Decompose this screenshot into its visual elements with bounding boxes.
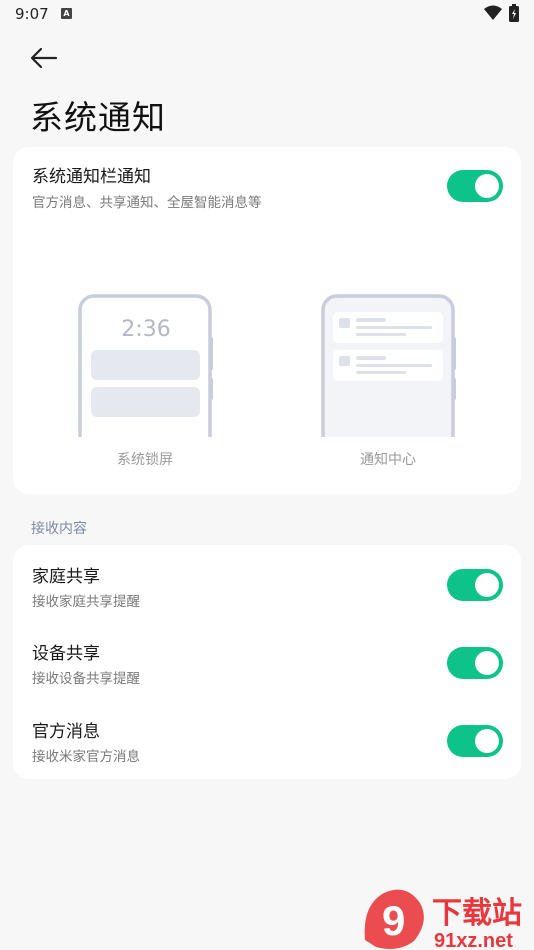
official-messages-title: 官方消息 xyxy=(32,722,100,742)
lock-screen-label: 系统锁屏 xyxy=(117,452,173,468)
toggle-knob xyxy=(475,573,499,597)
lock-screen-illustration xyxy=(78,294,213,437)
official-messages-toggle[interactable] xyxy=(447,725,503,757)
system-notification-card: 系统通知栏通知 官方消息、共享通知、全屋智能消息等 2:36 系统锁屏 通知中心 xyxy=(13,147,521,494)
arrow-left-icon xyxy=(30,47,58,69)
toggle-knob xyxy=(475,729,499,753)
device-share-toggle[interactable] xyxy=(447,647,503,679)
back-button[interactable] xyxy=(28,44,60,72)
section-label: 接收内容 xyxy=(31,521,87,537)
official-messages-subtitle: 接收米家官方消息 xyxy=(32,749,140,765)
system-notification-toggle[interactable] xyxy=(447,170,503,202)
lock-screen-clock: 2:36 xyxy=(121,317,171,342)
status-bar: 9:07 A xyxy=(0,0,534,28)
wifi-icon xyxy=(484,5,502,20)
receive-content-card: 家庭共享 接收家庭共享提醒 设备共享 接收设备共享提醒 官方消息 接收米家官方消… xyxy=(13,545,521,779)
family-share-title: 家庭共享 xyxy=(32,567,100,587)
notification-a-icon: A xyxy=(61,8,72,19)
battery-icon xyxy=(509,4,519,22)
svg-text:91xz.net: 91xz.net xyxy=(434,930,513,950)
family-share-toggle[interactable] xyxy=(447,569,503,601)
status-time: 9:07 xyxy=(15,5,49,23)
notification-center-label: 通知中心 xyxy=(360,452,416,468)
page-title: 系统通知 xyxy=(30,98,166,137)
device-share-title: 设备共享 xyxy=(32,644,100,664)
watermark-logo: 9 下载站 91xz.net xyxy=(362,885,534,950)
toggle-knob xyxy=(475,651,499,675)
family-share-subtitle: 接收家庭共享提醒 xyxy=(32,594,140,610)
toggle-knob xyxy=(475,174,499,198)
svg-text:下载站: 下载站 xyxy=(432,896,522,931)
system-notification-title: 系统通知栏通知 xyxy=(32,167,151,187)
system-notification-subtitle: 官方消息、共享通知、全屋智能消息等 xyxy=(32,195,262,211)
svg-text:9: 9 xyxy=(382,897,405,944)
device-share-subtitle: 接收设备共享提醒 xyxy=(32,671,140,687)
watermark-badge-icon: 9 下载站 91xz.net xyxy=(364,889,522,950)
notification-center-illustration xyxy=(321,294,456,437)
